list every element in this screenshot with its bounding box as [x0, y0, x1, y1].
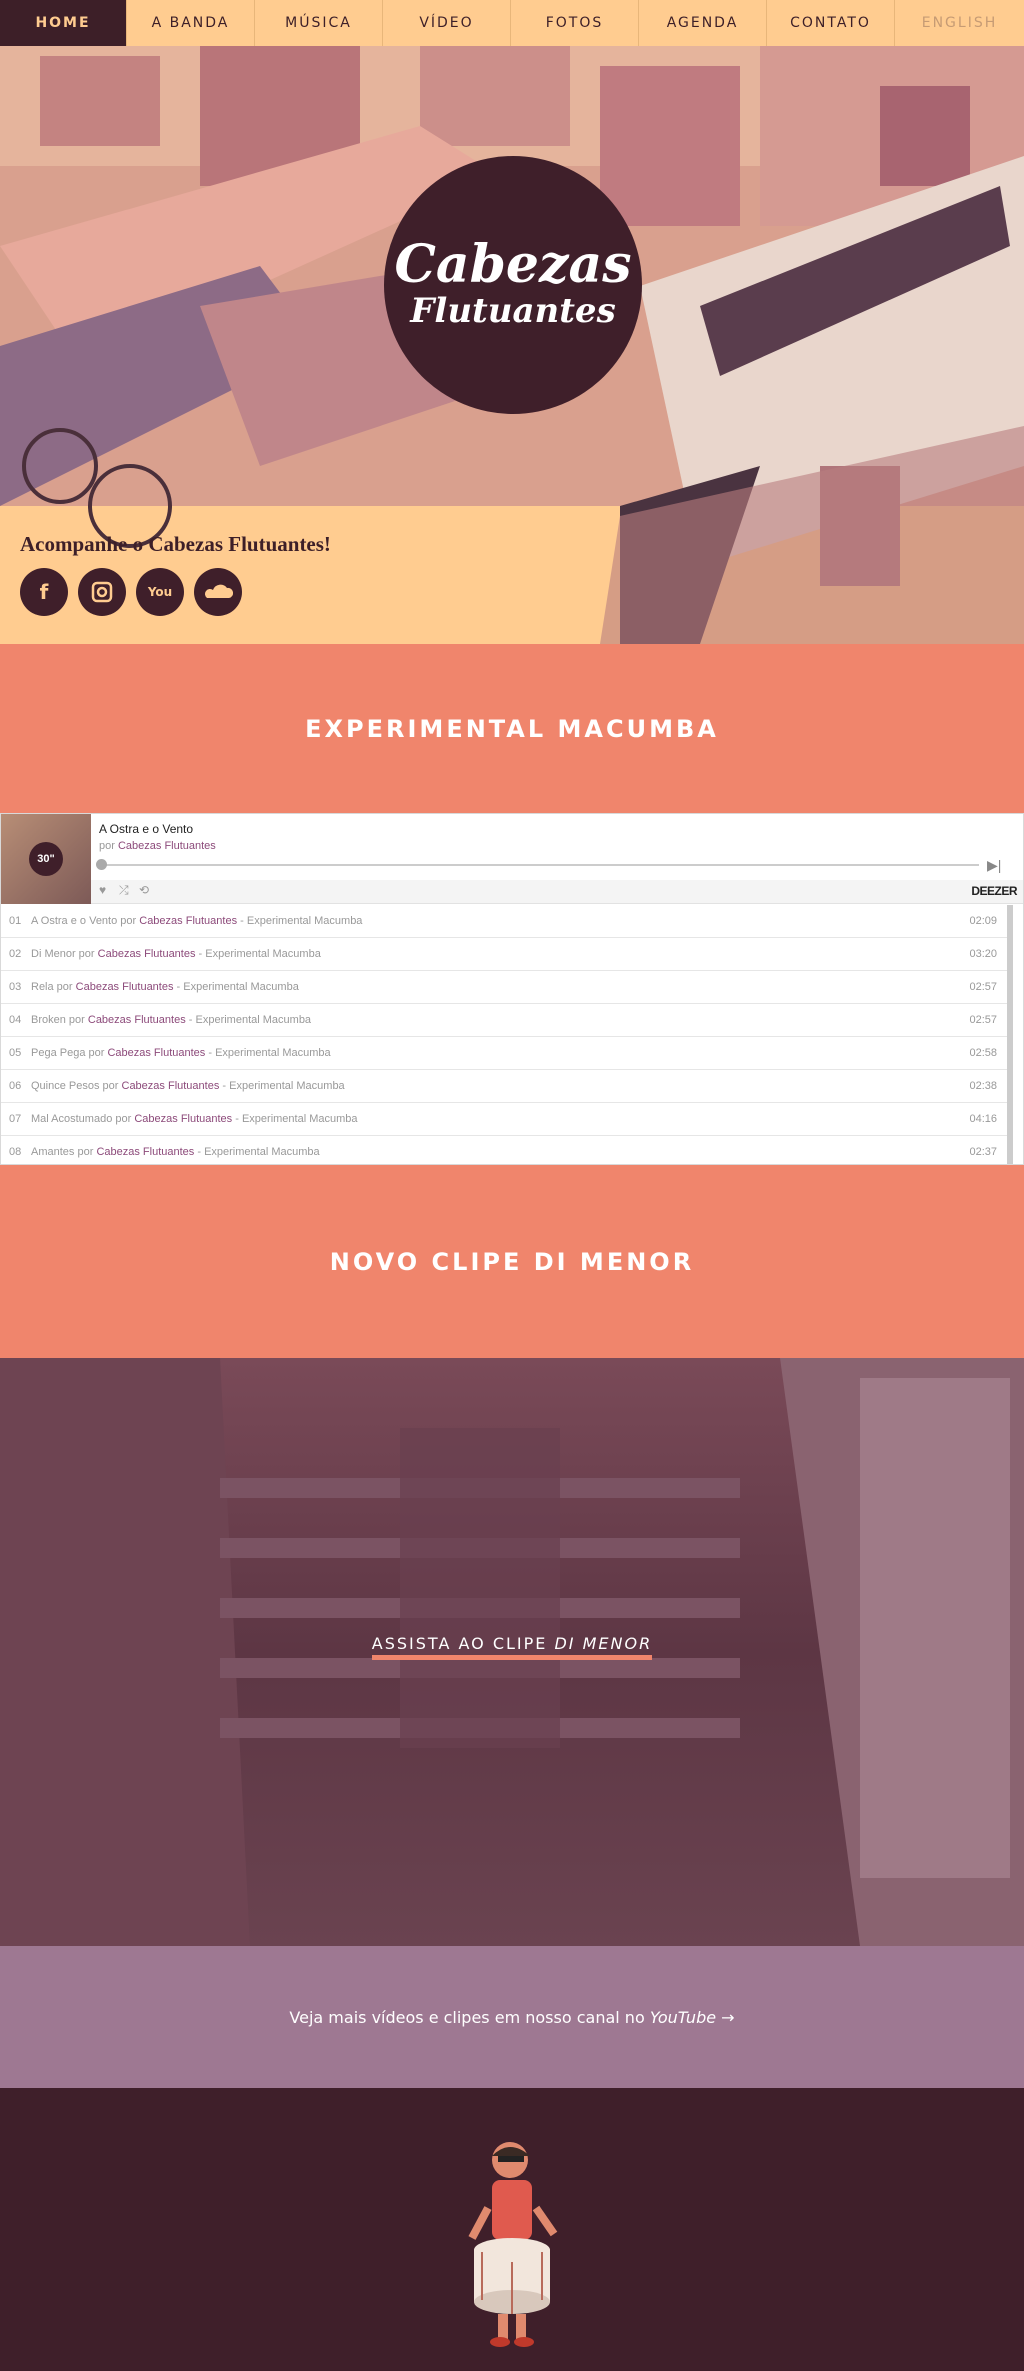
preview-badge: 30" — [29, 842, 63, 876]
track-number: 01 — [9, 915, 22, 927]
track-album: Experimental Macumba — [205, 948, 321, 960]
nav-agenda[interactable]: AGENDA — [639, 0, 767, 46]
track-duration: 02:09 — [969, 915, 997, 927]
nav-contato[interactable]: CONTATO — [767, 0, 895, 46]
artist-link[interactable]: Cabezas Flutuantes — [118, 840, 216, 852]
by-label: por — [99, 840, 115, 852]
instagram-icon[interactable] — [78, 568, 126, 616]
track-row[interactable]: 08 Amantes por Cabezas Flutuantes - Exper… — [1, 1136, 1007, 1164]
nav-video[interactable]: VÍDEO — [383, 0, 511, 46]
cta-prefix: ASSISTA AO CLIPE — [371, 1634, 555, 1653]
track-album: Experimental Macumba — [195, 1014, 312, 1026]
deezer-logo[interactable]: DEEZER — [971, 884, 1017, 898]
nav-home[interactable]: HOME — [0, 0, 127, 46]
track-row[interactable]: 07 Mal Acostumado por Cabezas Flutuantes … — [1, 1103, 1007, 1136]
logo-line-1: Cabezas — [394, 234, 632, 295]
album-section-heading: EXPERIMENTAL MACUMBA — [0, 644, 1024, 813]
track-row[interactable]: 04 Broken por Cabezas Flutuantes - Experi… — [1, 1004, 1007, 1037]
track-album: Experimental Macumba — [241, 1113, 358, 1125]
youtube-icon[interactable]: You — [136, 568, 184, 616]
track-title: Amantes — [31, 1146, 75, 1158]
track-row[interactable]: 03 Rela por Cabezas Flutuantes - Experime… — [1, 971, 1007, 1004]
track-title: Quince Pesos — [31, 1080, 100, 1092]
more-videos-link[interactable]: Veja mais vídeos e clipes em nosso canal… — [289, 2008, 734, 2027]
track-title: Mal Acostumado — [31, 1113, 113, 1125]
album-title: EXPERIMENTAL MACUMBA — [305, 714, 719, 743]
logo-line-2: Flutuantes — [410, 291, 616, 331]
hero-banner: Cabezas Flutuantes Acompanhe o Cabezas F… — [0, 46, 1024, 644]
current-track-artist: por Cabezas Flutuantes — [99, 840, 216, 852]
track-artist[interactable]: Cabezas Flutuantes — [98, 948, 196, 960]
follow-heading: Acompanhe o Cabezas Flutuantes! — [20, 532, 331, 556]
watch-clip-link[interactable]: ASSISTA AO CLIPE DI MENOR — [0, 1634, 1024, 1660]
nav-fotos[interactable]: FOTOS — [511, 0, 639, 46]
soundcloud-icon[interactable] — [194, 568, 242, 616]
track-number: 07 — [9, 1113, 22, 1125]
nav-musica[interactable]: MÚSICA — [255, 0, 383, 46]
drummer-illustration — [468, 2142, 558, 2347]
repeat-icon[interactable]: ⟲ — [139, 883, 149, 897]
track-artist[interactable]: Cabezas Flutuantes — [107, 1047, 205, 1059]
youtube-channel-name: YouTube — [649, 2007, 717, 2027]
footer — [0, 2088, 1024, 2371]
track-number: 05 — [9, 1047, 22, 1059]
track-row[interactable]: 06 Quince Pesos por Cabezas Flutuantes - … — [1, 1070, 1007, 1103]
clip-title: NOVO CLIPE DI MENOR — [329, 1247, 695, 1276]
track-album: Experimental Macumba — [204, 1146, 320, 1158]
track-artist[interactable]: Cabezas Flutuantes — [134, 1113, 232, 1125]
track-duration: 02:37 — [969, 1146, 997, 1158]
track-title: Pega Pega — [31, 1047, 86, 1059]
track-album: Experimental Macumba — [229, 1080, 345, 1092]
track-number: 04 — [9, 1014, 22, 1026]
video-thumbnail[interactable]: ASSISTA AO CLIPE DI MENOR — [0, 1358, 1024, 1946]
track-duration: 02:57 — [969, 1014, 997, 1026]
social-links: f You — [20, 568, 242, 616]
track-duration: 02:38 — [969, 1080, 997, 1092]
watch-clip-anchor[interactable]: ASSISTA AO CLIPE DI MENOR — [371, 1634, 653, 1660]
track-row[interactable]: 02 Di Menor por Cabezas Flutuantes - Expe… — [1, 938, 1007, 971]
heart-icon[interactable]: ♥ — [99, 883, 106, 897]
track-number: 02 — [9, 948, 22, 960]
track-artist[interactable]: Cabezas Flutuantes — [96, 1146, 194, 1158]
track-artist[interactable]: Cabezas Flutuantes — [139, 915, 237, 927]
deezer-player: 30" A Ostra e o Vento por Cabezas Flutua… — [0, 813, 1024, 1165]
current-track-title: A Ostra e o Vento — [99, 822, 194, 836]
track-number: 08 — [9, 1146, 22, 1158]
progress-knob[interactable] — [96, 859, 107, 870]
track-duration: 03:20 — [969, 948, 997, 960]
track-row[interactable]: 01 A Ostra e o Vento por Cabezas Flutuant… — [1, 905, 1007, 938]
track-title: Rela — [31, 981, 54, 993]
facebook-icon[interactable]: f — [20, 568, 68, 616]
track-row[interactable]: 05 Pega Pega por Cabezas Flutuantes - Exp… — [1, 1037, 1007, 1070]
more-videos-text: Veja mais vídeos e clipes em nosso canal… — [289, 2007, 650, 2027]
track-duration: 02:57 — [969, 981, 997, 993]
track-duration: 04:16 — [969, 1113, 997, 1125]
skip-next-icon[interactable]: ▶| — [987, 857, 1001, 874]
track-artist[interactable]: Cabezas Flutuantes — [122, 1080, 220, 1092]
progress-bar[interactable] — [99, 864, 979, 866]
arrow-right-icon: → — [721, 2007, 735, 2027]
track-number: 06 — [9, 1080, 22, 1092]
track-title: A Ostra e o Vento — [31, 915, 118, 927]
band-logo[interactable]: Cabezas Flutuantes — [384, 156, 642, 414]
track-artist[interactable]: Cabezas Flutuantes — [76, 981, 174, 993]
player-toolbar: ♥ ⤮ ⟲ DEEZER — [91, 880, 1023, 904]
track-album: Experimental Macumba — [215, 1047, 331, 1059]
track-album: Experimental Macumba — [183, 981, 299, 993]
clip-section-heading: NOVO CLIPE DI MENOR — [0, 1165, 1024, 1358]
track-title: Di Menor — [31, 948, 76, 960]
track-artist[interactable]: Cabezas Flutuantes — [88, 1014, 186, 1026]
tracklist: 01 A Ostra e o Vento por Cabezas Flutuant… — [1, 905, 1013, 1164]
main-nav: HOME A BANDA MÚSICA VÍDEO FOTOS AGENDA C… — [0, 0, 1024, 46]
album-cover[interactable]: 30" — [1, 814, 91, 904]
more-videos-banner: Veja mais vídeos e clipes em nosso canal… — [0, 1946, 1024, 2088]
track-number: 03 — [9, 981, 22, 993]
shuffle-icon[interactable]: ⤮ — [119, 883, 129, 898]
cta-title: DI MENOR — [554, 1634, 653, 1653]
track-duration: 02:58 — [969, 1047, 997, 1059]
nav-a-banda[interactable]: A BANDA — [127, 0, 255, 46]
nav-english[interactable]: ENGLISH — [895, 0, 1024, 46]
track-album: Experimental Macumba — [246, 915, 363, 927]
track-title: Broken — [31, 1014, 66, 1026]
